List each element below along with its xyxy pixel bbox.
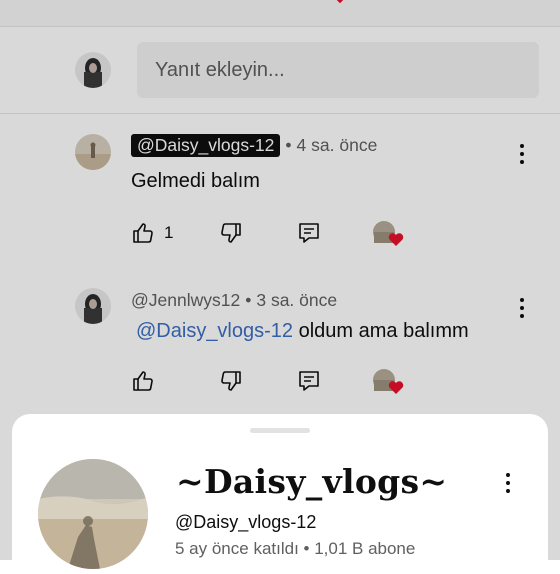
channel-name: ~Daisy_vlogs~: [176, 462, 448, 501]
more-vert-dot: [506, 489, 510, 493]
channel-bottom-sheet: ~Daisy_vlogs~ @Daisy_vlogs-12 5 ay önce …: [12, 414, 548, 574]
sheet-drag-handle[interactable]: [250, 428, 310, 433]
comment-replies-page: @Daisy_vlogs-12 • 4 sa. önce Gelmedi bal…: [0, 0, 560, 574]
channel-joined-subscribers: 5 ay önce katıldı • 1,01 B abone: [175, 539, 416, 558]
channel-handle: @Daisy_vlogs-12: [175, 512, 317, 532]
channel-more-button[interactable]: [496, 471, 520, 495]
channel-avatar[interactable]: [38, 459, 148, 569]
more-vert-dot: [506, 481, 510, 485]
more-vert-icon: [506, 473, 510, 477]
